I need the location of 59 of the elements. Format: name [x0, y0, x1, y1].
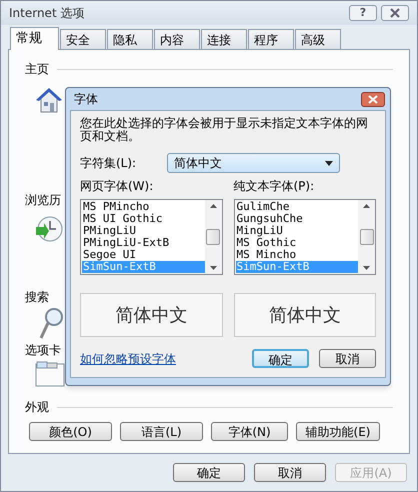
scrollbar[interactable]: [204, 200, 222, 274]
web-font-label: 网页字体(W):: [80, 179, 154, 193]
plain-font-label: 纯文本字体(P):: [234, 179, 314, 193]
window-title: Internet 选项: [9, 5, 84, 22]
close-button[interactable]: [381, 5, 409, 21]
font-list[interactable]: MS PMincho MS UI Gothic PMingLiU PMingLiU-ExtB Segoe UI SimSun-ExtB: [80, 199, 222, 275]
font-list-item[interactable]: MS PMincho: [82, 201, 204, 213]
section-title: 选项卡: [25, 343, 61, 357]
appearance-button[interactable]: 颜色(O): [29, 422, 112, 441]
dialog-button[interactable]: 确定: [173, 463, 245, 482]
dialog-title: 字体: [74, 91, 98, 108]
tab[interactable]: 高级: [295, 29, 341, 49]
tab[interactable]: 隐私: [107, 29, 153, 49]
help-button[interactable]: ?: [349, 5, 377, 21]
section-title: 主页: [25, 61, 49, 78]
font-list-item[interactable]: Segoe UI: [82, 249, 204, 261]
tab[interactable]: 安全: [60, 29, 106, 49]
close-icon: [368, 94, 378, 104]
section-title: 搜索: [25, 290, 49, 304]
dialog-button[interactable]: 取消: [319, 349, 376, 368]
scroll-up-icon: [210, 204, 216, 208]
close-icon: [389, 8, 401, 18]
close-button[interactable]: [361, 92, 385, 106]
font-list-item[interactable]: GungsuhChe: [236, 213, 358, 225]
dialog-description: 您在此处选择的字体会被用于显示未指定文本字体的网页和文档。: [80, 117, 369, 143]
dialog-button[interactable]: 确定: [252, 349, 309, 368]
appearance-button[interactable]: 辅助功能(E): [296, 422, 380, 441]
appearance-button[interactable]: 语言(L): [120, 422, 203, 441]
tab[interactable]: 常规: [10, 27, 59, 50]
plain-font-preview: 简体中文: [234, 293, 376, 337]
charset-dropdown[interactable]: 简体中文: [167, 153, 340, 173]
clock-icon: [35, 215, 63, 243]
font-list-item[interactable]: PMingLiU: [82, 225, 204, 237]
scroll-down-icon: [210, 266, 216, 270]
scroll-up-icon: [363, 204, 370, 208]
font-list-item[interactable]: MS Gothic: [236, 237, 358, 249]
font-list[interactable]: GulimChe GungsuhChe MingLiU MS Gothic MS Mincho SimSun-ExtB: [234, 199, 376, 275]
dialog-button[interactable]: 取消: [254, 463, 326, 482]
appearance-button[interactable]: 字体(N): [211, 422, 288, 441]
scroll-thumb[interactable]: [360, 229, 374, 245]
ignore-fonts-link[interactable]: 如何忽略预设字体: [80, 350, 176, 368]
font-list-item[interactable]: MingLiU: [236, 225, 358, 237]
web-font-preview: 简体中文: [80, 293, 222, 337]
section-title: 外观: [25, 399, 49, 416]
section-title: 浏览历: [25, 193, 61, 207]
house-icon: [35, 86, 63, 114]
dropdown-arrow-icon: [325, 160, 333, 166]
font-list-item[interactable]: GulimChe: [236, 201, 358, 213]
font-list-item[interactable]: MS UI Gothic: [82, 213, 204, 225]
tab[interactable]: 内容: [154, 29, 200, 49]
magnifier-icon: [39, 308, 63, 340]
scroll-down-icon: [363, 266, 370, 270]
charset-label: 字符集(L):: [80, 155, 138, 172]
font-list-item[interactable]: PMingLiU-ExtB: [82, 237, 204, 249]
tab[interactable]: 程序: [248, 29, 294, 49]
scroll-thumb[interactable]: [206, 229, 220, 245]
tab[interactable]: 连接: [201, 29, 247, 49]
font-list-item[interactable]: MS Mincho: [236, 249, 358, 261]
scrollbar[interactable]: [358, 200, 375, 274]
